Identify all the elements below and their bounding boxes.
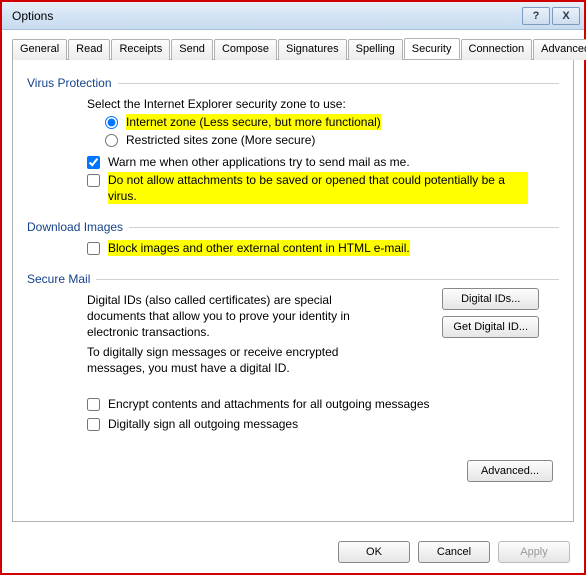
sign-label: Digitally sign all outgoing messages: [108, 416, 298, 432]
sign-checkbox[interactable]: [87, 418, 100, 431]
dialog-buttons: OK Cancel Apply: [338, 541, 570, 563]
titlebar: Options ? X: [2, 2, 584, 30]
tab-panel-security: Virus Protection Select the Internet Exp…: [12, 60, 574, 522]
section-secure: Secure Mail: [27, 272, 559, 286]
tab-compose[interactable]: Compose: [214, 39, 277, 60]
section-download: Download Images: [27, 220, 559, 234]
block-images-checkbox[interactable]: [87, 242, 100, 255]
tab-advanced[interactable]: Advanced: [533, 39, 586, 60]
close-button[interactable]: X: [552, 7, 580, 25]
zone-desc: Select the Internet Explorer security zo…: [87, 96, 346, 112]
section-virus-label: Virus Protection: [27, 76, 112, 90]
divider: [118, 83, 560, 84]
tab-signatures[interactable]: Signatures: [278, 39, 347, 60]
divider: [96, 279, 559, 280]
section-secure-label: Secure Mail: [27, 272, 90, 286]
apply-button[interactable]: Apply: [498, 541, 570, 563]
restricted-zone-label: Restricted sites zone (More secure): [126, 132, 315, 148]
secure-desc2: To digitally sign messages or receive en…: [87, 344, 387, 376]
cancel-button[interactable]: Cancel: [418, 541, 490, 563]
virus-body: Select the Internet Explorer security zo…: [27, 90, 559, 214]
tabstrip: General Read Receipts Send Compose Signa…: [12, 38, 574, 60]
ok-button[interactable]: OK: [338, 541, 410, 563]
warn-checkbox[interactable]: [87, 156, 100, 169]
tab-security[interactable]: Security: [404, 38, 460, 59]
tab-connection[interactable]: Connection: [461, 39, 533, 60]
digital-ids-button[interactable]: Digital IDs...: [442, 288, 539, 310]
tab-receipts[interactable]: Receipts: [111, 39, 170, 60]
get-digital-id-button[interactable]: Get Digital ID...: [442, 316, 539, 338]
download-body: Block images and other external content …: [27, 234, 559, 266]
secure-body: Digital IDs (also called certificates) a…: [27, 286, 559, 442]
help-button[interactable]: ?: [522, 7, 550, 25]
encrypt-label: Encrypt contents and attachments for all…: [108, 396, 430, 412]
content-area: General Read Receipts Send Compose Signa…: [2, 30, 584, 532]
advanced-button[interactable]: Advanced...: [467, 460, 553, 482]
secure-desc1: Digital IDs (also called certificates) a…: [87, 292, 387, 340]
no-attach-label: Do not allow attachments to be saved or …: [108, 172, 528, 204]
warn-label: Warn me when other applications try to s…: [108, 154, 410, 170]
internet-zone-label: Internet zone (Less secure, but more fun…: [126, 114, 381, 130]
section-virus: Virus Protection: [27, 76, 559, 90]
tab-read[interactable]: Read: [68, 39, 110, 60]
tab-send[interactable]: Send: [171, 39, 213, 60]
internet-zone-radio[interactable]: [105, 116, 118, 129]
tab-spelling[interactable]: Spelling: [348, 39, 403, 60]
divider: [129, 227, 559, 228]
tab-general[interactable]: General: [12, 39, 67, 60]
section-download-label: Download Images: [27, 220, 123, 234]
encrypt-checkbox[interactable]: [87, 398, 100, 411]
no-attach-checkbox[interactable]: [87, 174, 100, 187]
window-title: Options: [12, 9, 520, 23]
restricted-zone-radio[interactable]: [105, 134, 118, 147]
block-images-label: Block images and other external content …: [108, 240, 410, 256]
